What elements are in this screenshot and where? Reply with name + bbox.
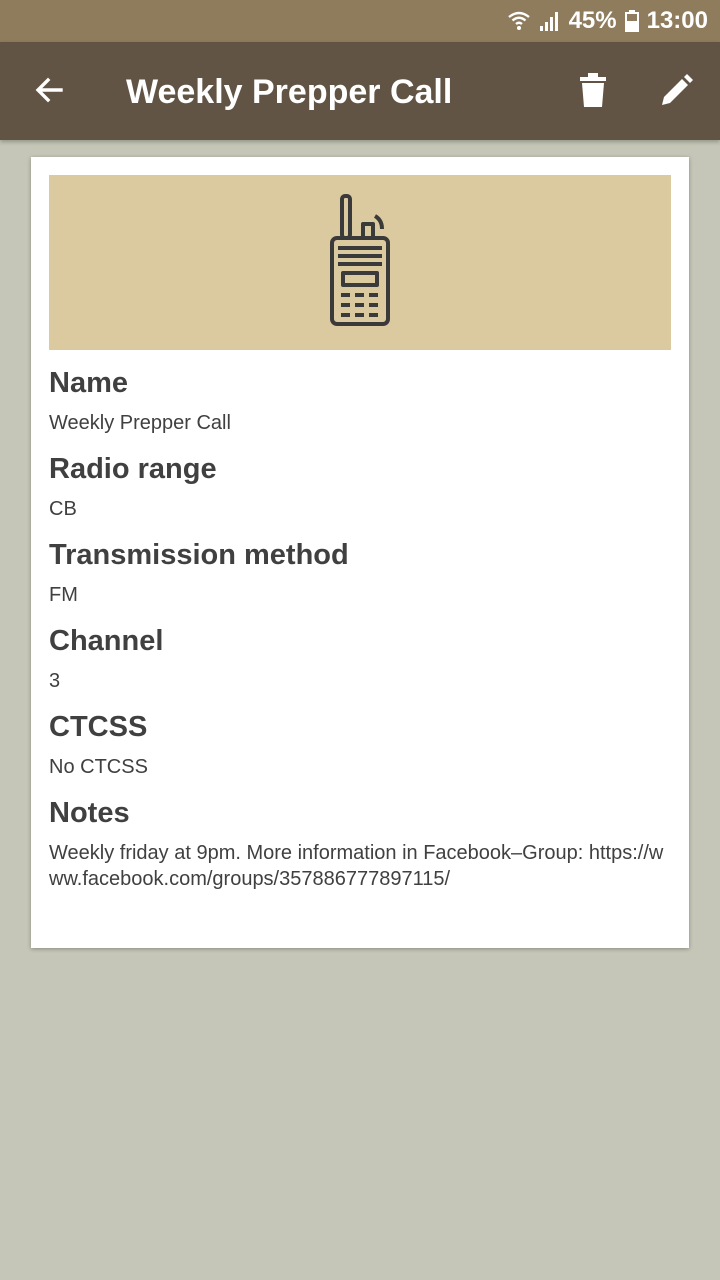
field-label: Transmission method — [49, 539, 349, 571]
field-label: Name — [49, 367, 128, 399]
field-transmission-method: Transmission method FM — [49, 535, 671, 608]
card-banner — [49, 175, 671, 350]
edit-button[interactable] — [652, 67, 702, 117]
field-label: CTCSS — [49, 711, 148, 743]
field-value: FM — [49, 584, 78, 606]
clock: 13:00 — [646, 7, 708, 34]
delete-button[interactable] — [568, 67, 618, 117]
field-label: Notes — [49, 797, 130, 829]
signal-icon — [539, 10, 561, 32]
battery-icon — [624, 10, 639, 32]
field-ctcss: CTCSS No CTCSS — [49, 707, 671, 780]
walkie-talkie-icon — [330, 193, 390, 333]
battery-percent: 45% — [568, 7, 617, 34]
trash-icon — [579, 72, 607, 112]
field-label: Radio range — [49, 453, 217, 485]
wifi-icon — [507, 9, 531, 33]
back-arrow-icon — [33, 74, 65, 111]
field-list: Name Weekly Prepper Call Radio range CB … — [49, 363, 671, 905]
field-label: Channel — [49, 625, 164, 657]
page-title: Weekly Prepper Call — [126, 73, 453, 111]
back-button[interactable] — [24, 67, 74, 117]
field-value: 3 — [49, 670, 61, 692]
field-value: CB — [49, 498, 77, 520]
field-radio-range: Radio range CB — [49, 449, 671, 522]
channel-details-card: Name Weekly Prepper Call Radio range CB … — [31, 157, 689, 948]
pencil-icon — [660, 73, 694, 112]
field-value: No CTCSS — [49, 756, 148, 778]
field-channel: Channel 3 — [49, 621, 671, 694]
field-value: Weekly Prepper Call — [49, 412, 231, 434]
field-name: Name Weekly Prepper Call — [49, 363, 671, 436]
status-bar: 45% 13:00 — [0, 0, 720, 42]
app-bar: Weekly Prepper Call — [0, 42, 720, 140]
notes-text[interactable]: Weekly friday at 9pm. More information i… — [49, 840, 671, 892]
field-notes: Notes Weekly friday at 9pm. More informa… — [49, 793, 671, 892]
